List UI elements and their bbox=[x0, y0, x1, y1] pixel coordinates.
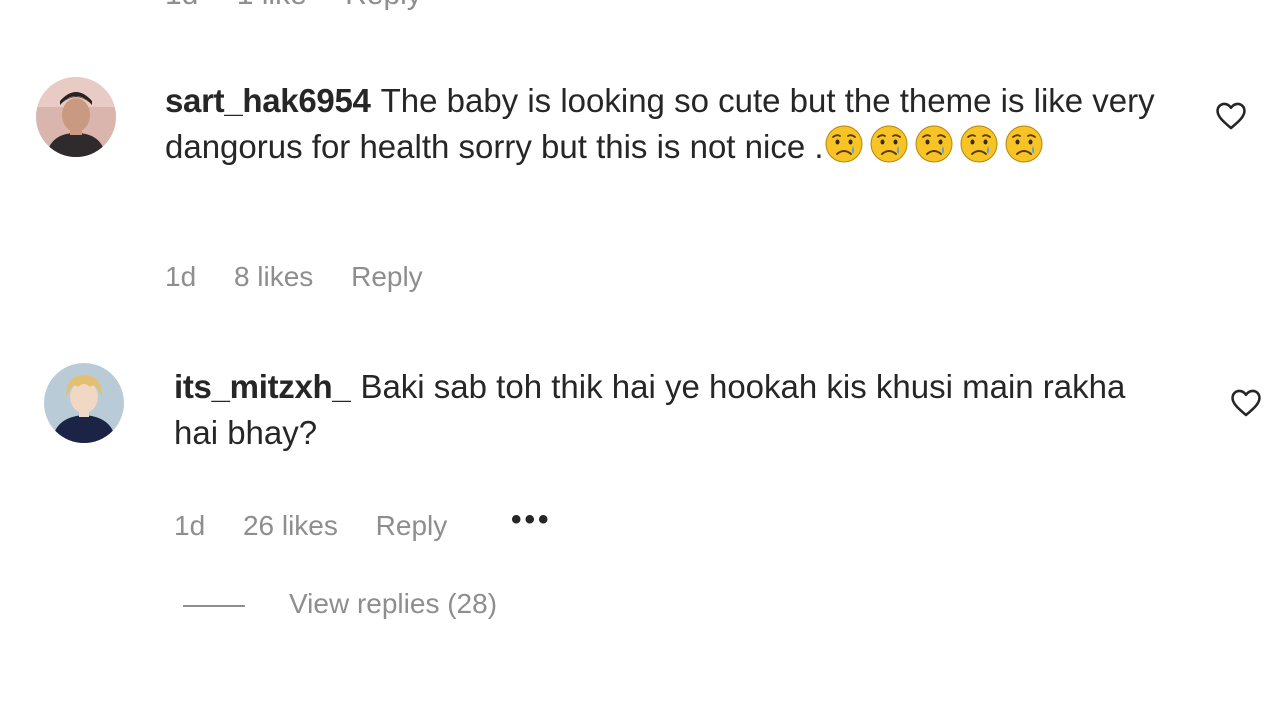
comment-username[interactable]: sart_hak6954 bbox=[165, 82, 371, 119]
view-replies-button[interactable]: View replies (28) bbox=[183, 588, 497, 620]
avatar-image bbox=[36, 77, 116, 157]
sad-relieved-emoji-icon bbox=[1005, 125, 1043, 163]
like-heart-icon[interactable] bbox=[1214, 99, 1248, 133]
previous-comment-meta: 1d 1 like Reply bbox=[165, 0, 452, 12]
sad-relieved-emoji-icon bbox=[870, 125, 908, 163]
sad-relieved-emoji-icon bbox=[960, 125, 998, 163]
previous-comment-likes[interactable]: 1 like bbox=[237, 0, 307, 11]
sad-relieved-emoji-icon bbox=[825, 125, 863, 163]
view-replies-divider bbox=[183, 604, 245, 607]
more-options-icon[interactable]: ••• bbox=[511, 503, 552, 537]
like-heart-icon[interactable] bbox=[1229, 386, 1263, 420]
avatar[interactable] bbox=[44, 363, 124, 443]
avatar-image bbox=[44, 363, 124, 443]
comment-username[interactable]: its_mitzxh_ bbox=[174, 368, 351, 405]
view-replies-label: View replies (28) bbox=[289, 588, 498, 619]
comment-likes[interactable]: 8 likes bbox=[234, 261, 313, 293]
comment-body: sart_hak6954 The baby is looking so cute … bbox=[165, 78, 1185, 170]
comment-time: 1d bbox=[165, 261, 197, 292]
avatar[interactable] bbox=[36, 77, 116, 157]
previous-comment-time: 1d bbox=[165, 0, 198, 11]
sad-relieved-emoji-icon bbox=[915, 125, 953, 163]
comment-meta: 1d 26 likes Reply ••• bbox=[174, 503, 552, 542]
emoji-group bbox=[824, 125, 1049, 165]
comment-body: its_mitzxh_ Baki sab toh thik hai ye hook… bbox=[174, 364, 1174, 456]
previous-comment-reply-button[interactable]: Reply bbox=[345, 0, 422, 11]
comment-time: 1d bbox=[174, 510, 206, 541]
comment-likes[interactable]: 26 likes bbox=[243, 510, 338, 542]
reply-button[interactable]: Reply bbox=[376, 510, 448, 542]
comment-meta: 1d 8 likes Reply bbox=[165, 261, 423, 293]
reply-button[interactable]: Reply bbox=[351, 261, 423, 293]
